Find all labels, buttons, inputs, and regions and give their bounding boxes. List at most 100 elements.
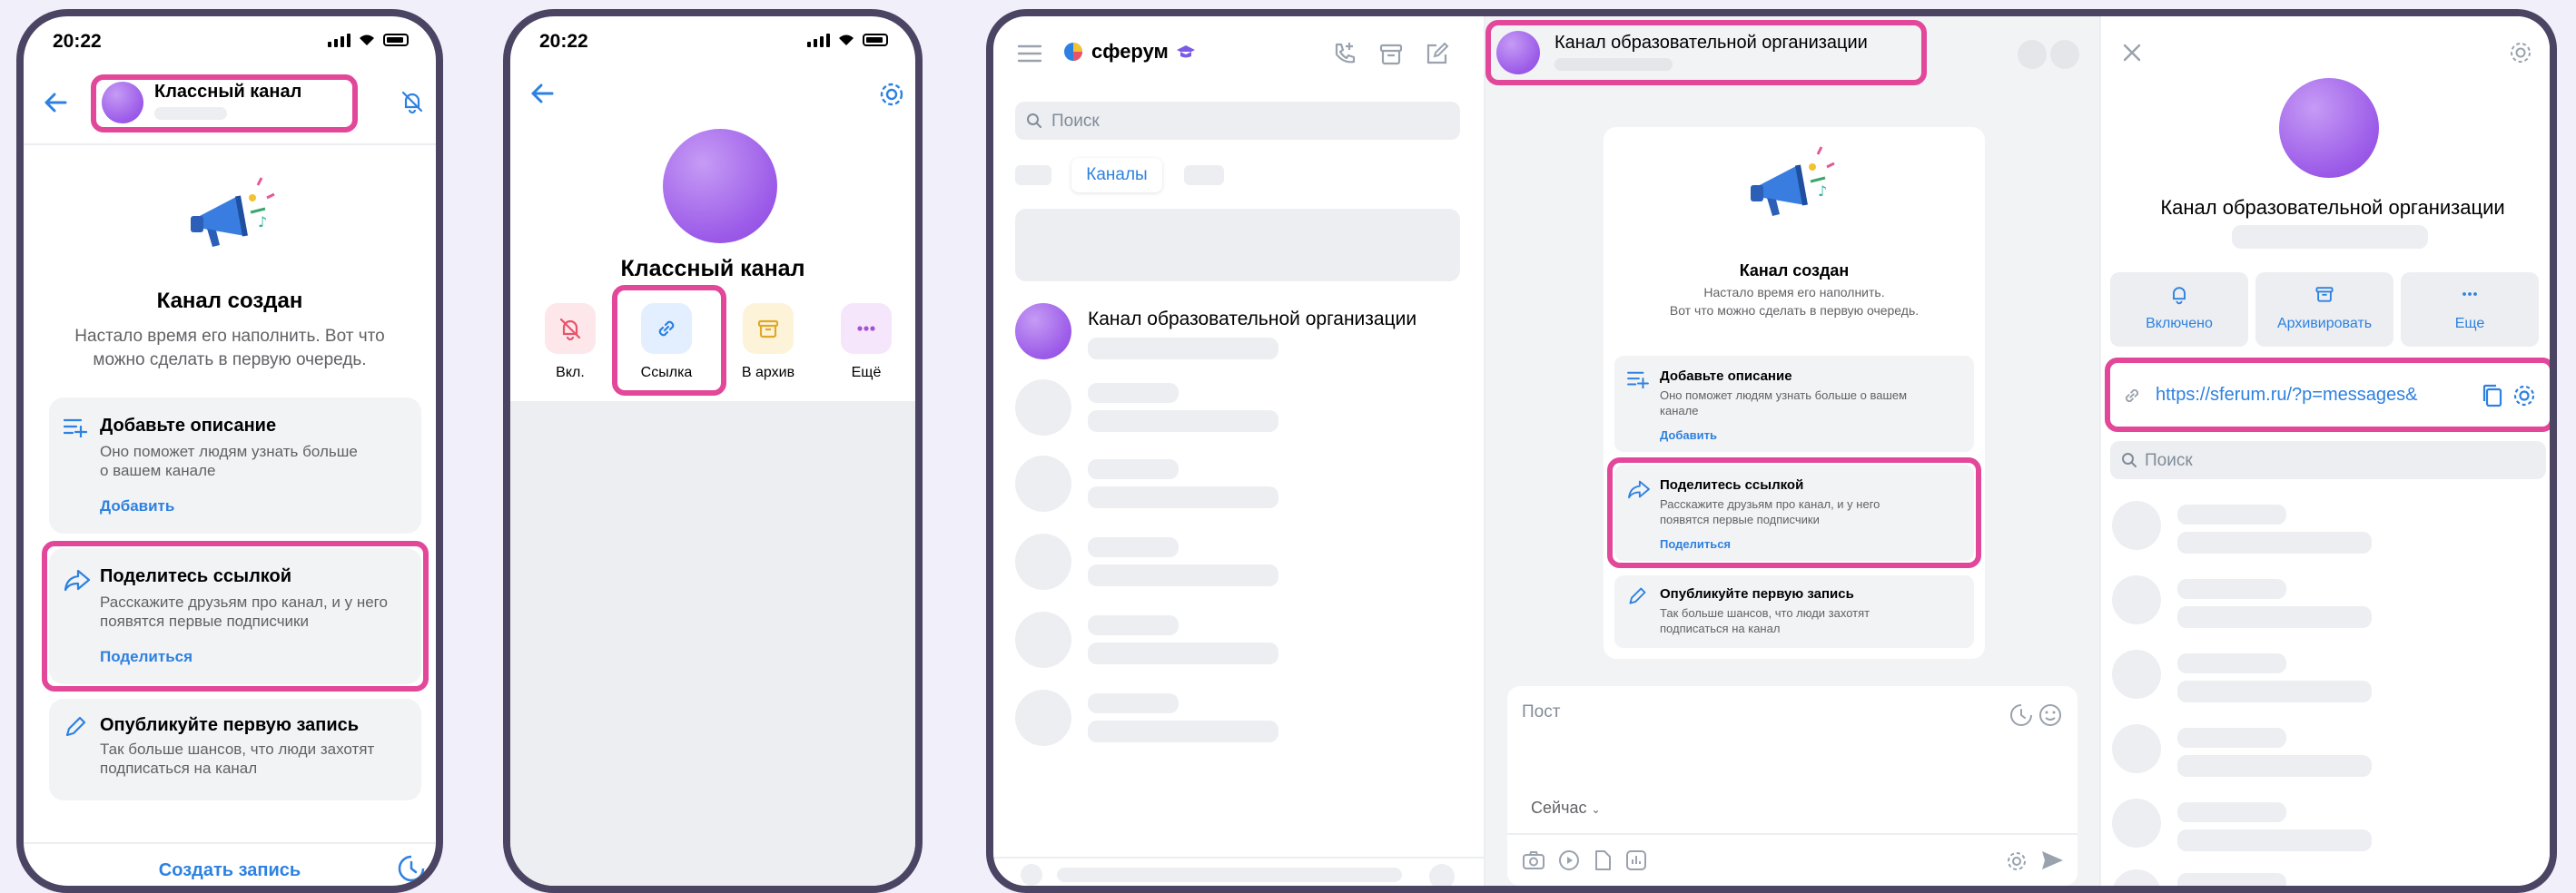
action-more[interactable]: Ещё [830, 303, 903, 381]
add-description-link[interactable]: Добавить [1660, 428, 1717, 442]
card-add-description[interactable]: Добавьте описание Оно поможет людям узна… [49, 397, 421, 534]
schedule-icon[interactable] [396, 853, 427, 884]
chat-title: Канал образовательной организации [1088, 309, 1417, 329]
video-icon[interactable] [1558, 849, 1580, 871]
action-label: Архивировать [2276, 316, 2373, 331]
empty-area [510, 401, 915, 886]
megaphone-illustration: ♪ [191, 177, 275, 247]
status-time: 20:22 [53, 31, 102, 52]
back-arrow-icon[interactable] [44, 93, 67, 113]
card-first-post[interactable]: Опубликуйте первую запись Так больше шан… [49, 699, 421, 800]
pencil-icon [65, 716, 86, 737]
highlight-share-card [42, 541, 429, 692]
search-placeholder: Поиск [2145, 451, 2193, 470]
status-bar: 20:22 [510, 16, 915, 58]
desktop-window: сферум Поиск Каналы Канал образовательно… [986, 9, 2557, 893]
search-icon [2122, 453, 2137, 467]
archive-icon[interactable] [1378, 42, 1404, 67]
card-title: Опубликуйте первую запись [100, 715, 360, 735]
action-archive[interactable]: Архивировать [2255, 272, 2393, 347]
poll-icon[interactable] [1625, 849, 1647, 871]
send-icon[interactable] [2039, 848, 2065, 873]
status-time: 20:22 [539, 31, 588, 52]
wifi-icon [839, 34, 854, 45]
menu-icon[interactable] [1017, 44, 1042, 64]
schedule-label: Сейчас [1531, 799, 1587, 817]
banner-placeholder [1015, 209, 1460, 281]
card-title: Добавьте описание [1660, 368, 1792, 384]
battery-icon [383, 34, 409, 46]
channel-avatar-large [2279, 78, 2379, 178]
svg-text:♪: ♪ [258, 213, 267, 231]
status-bar: 20:22 [24, 16, 436, 58]
settings-gear-icon[interactable] [877, 80, 906, 109]
card-text: Оно поможет людям узнать больше о вашем [1660, 388, 1908, 402]
add-description-link[interactable]: Добавить [100, 497, 174, 515]
created-text-2: Вот что можно сделать в первую очередь. [1669, 303, 1920, 318]
bell-off-icon [559, 318, 581, 341]
members-search-input[interactable]: Поиск [2110, 441, 2546, 479]
post-composer[interactable]: Пост Сейчас ⌄ [1507, 686, 2078, 886]
search-icon [1027, 113, 1041, 128]
card-first-post[interactable]: Опубликуйте первую запись Так больше шан… [1614, 575, 1974, 648]
graduation-cap-icon [1176, 45, 1195, 58]
schedule-dropdown[interactable]: Сейчас ⌄ [1531, 799, 1601, 818]
new-call-icon[interactable] [1331, 40, 1358, 67]
card-text: подписаться на канал [1660, 622, 1781, 635]
card-text: Так больше шансов, что люди захотят [100, 741, 375, 758]
highlight-link-row [2105, 358, 2550, 432]
search-placeholder: Поиск [1051, 112, 1100, 131]
action-label: В архив [741, 365, 795, 380]
sferum-logo-icon [1064, 43, 1082, 61]
card-text: канале [1660, 404, 1699, 417]
highlight-header [1485, 20, 1927, 85]
search-input[interactable]: Поиск [1015, 102, 1460, 140]
card-text: подписаться на канал [100, 760, 258, 777]
card-text: Так больше шансов, что люди захотят [1660, 606, 1870, 620]
action-notifications[interactable]: Включено [2110, 272, 2248, 347]
card-text: о вашем канале [100, 462, 216, 479]
chat-avatar [1015, 303, 1071, 359]
tab-channels[interactable]: Каналы [1071, 158, 1162, 192]
close-icon[interactable] [2121, 42, 2143, 64]
chat-list-panel: сферум Поиск Каналы Канал образовательно… [993, 16, 1485, 886]
svg-text:♪: ♪ [1818, 182, 1827, 200]
battery-icon [863, 34, 888, 46]
create-post-button[interactable]: Создать запись [24, 860, 436, 881]
action-label: Еще [2454, 316, 2485, 331]
action-notifications[interactable]: Вкл. [543, 303, 597, 381]
action-more[interactable]: Еще [2401, 272, 2539, 347]
sferum-logo: сферум [1062, 40, 1196, 64]
created-title: Канал создан [156, 289, 303, 313]
pencil-icon [1629, 587, 1646, 604]
created-title: Канал создан [1739, 261, 1850, 280]
signal-icon [328, 33, 350, 47]
channel-title: Классный канал [620, 256, 805, 281]
camera-icon[interactable] [1522, 849, 1545, 871]
compose-icon[interactable] [1424, 42, 1449, 67]
created-text-1: Настало время его наполнить. [1703, 285, 1885, 299]
emoji-icon[interactable] [2038, 702, 2063, 728]
more-icon [2462, 292, 2477, 296]
action-label: Вкл. [556, 365, 585, 380]
highlight-share-card [1607, 457, 1981, 568]
post-input-placeholder[interactable]: Пост [1522, 702, 1560, 722]
action-archive[interactable]: В архив [732, 303, 804, 381]
document-icon[interactable] [1593, 849, 1613, 871]
chat-item-channel[interactable]: Канал образовательной организации [1015, 303, 1469, 368]
settings-gear-icon[interactable] [2508, 40, 2533, 65]
text-add-icon [64, 418, 87, 437]
bell-off-icon[interactable] [400, 89, 425, 114]
card-text: Оно поможет людям узнать больше [100, 443, 358, 460]
tab-placeholder[interactable] [1184, 165, 1224, 185]
card-title: Добавьте описание [100, 416, 277, 436]
channel-info-panel: Канал образовательной организации Включе… [2099, 16, 2550, 886]
card-add-description[interactable]: Добавьте описание Оно поможет людям узна… [1614, 356, 1974, 452]
tab-placeholder[interactable] [1015, 165, 1051, 185]
chevron-down-icon: ⌄ [1591, 803, 1601, 816]
card-title: Опубликуйте первую запись [1660, 586, 1854, 602]
back-arrow-icon[interactable] [530, 83, 554, 103]
settings-gear-icon[interactable] [2005, 849, 2028, 873]
timer-icon[interactable] [2008, 702, 2034, 728]
action-label: Ещё [851, 365, 882, 380]
